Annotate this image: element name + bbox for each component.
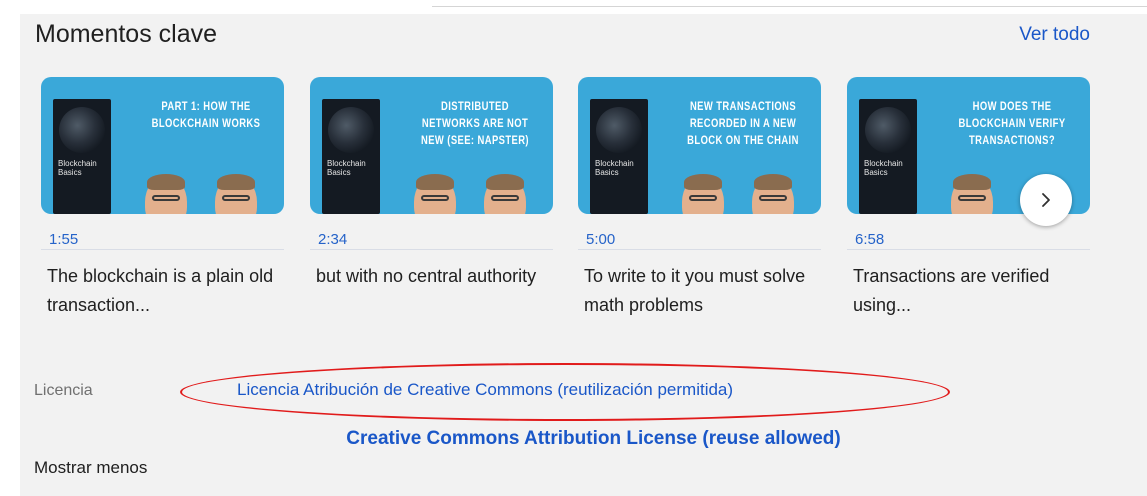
moment-card[interactable]: Blockchain Basics PART 1: HOW THE BLOCKC… bbox=[41, 77, 284, 320]
presenter-face bbox=[215, 174, 257, 214]
moment-caption[interactable]: Transactions are verified using... bbox=[847, 262, 1089, 320]
top-divider bbox=[432, 6, 1147, 7]
timestamp[interactable]: 2:34 bbox=[310, 231, 553, 250]
moment-caption[interactable]: but with no central authority bbox=[310, 262, 552, 291]
thumbnail-title: DISTRIBUTED NETWORKS ARE NOT NEW (SEE: N… bbox=[421, 101, 529, 147]
presenter-face bbox=[682, 174, 724, 214]
presenter-face bbox=[484, 174, 526, 214]
book-title: Blockchain Basics bbox=[864, 159, 903, 177]
presenter-face bbox=[145, 174, 187, 214]
book-title: Blockchain Basics bbox=[327, 159, 366, 177]
book-cover: Blockchain Basics bbox=[322, 99, 380, 214]
moment-thumbnail[interactable]: Blockchain Basics PART 1: HOW THE BLOCKC… bbox=[41, 77, 284, 214]
chevron-right-icon bbox=[1042, 193, 1050, 207]
book-cover: Blockchain Basics bbox=[859, 99, 917, 214]
book-cover: Blockchain Basics bbox=[590, 99, 648, 214]
thumbnail-title: PART 1: HOW THE BLOCKCHAIN WORKS bbox=[151, 101, 261, 130]
presenter-face bbox=[951, 174, 993, 214]
see-all-link[interactable]: Ver todo bbox=[1019, 24, 1090, 46]
moment-thumbnail[interactable]: Blockchain Basics NEW TRANSACTIONS RECOR… bbox=[578, 77, 821, 214]
thumbnail-title: NEW TRANSACTIONS RECORDED IN A NEW BLOCK… bbox=[687, 101, 799, 147]
book-title: Blockchain Basics bbox=[595, 159, 634, 177]
book-title: Blockchain Basics bbox=[58, 159, 97, 177]
section-title: Momentos clave bbox=[35, 20, 218, 48]
moment-caption[interactable]: The blockchain is a plain old transactio… bbox=[41, 262, 283, 320]
license-link[interactable]: Licencia Atribución de Creative Commons … bbox=[237, 380, 733, 400]
presenter-face bbox=[752, 174, 794, 214]
next-button[interactable] bbox=[1020, 174, 1072, 226]
license-label: Licencia bbox=[34, 382, 93, 399]
timestamp[interactable]: 6:58 bbox=[847, 231, 1090, 250]
timestamp[interactable]: 1:55 bbox=[41, 231, 284, 250]
moment-card[interactable]: Blockchain Basics DISTRIBUTED NETWORKS A… bbox=[310, 77, 553, 291]
moment-caption[interactable]: To write to it you must solve math probl… bbox=[578, 262, 820, 320]
moment-thumbnail[interactable]: Blockchain Basics DISTRIBUTED NETWORKS A… bbox=[310, 77, 553, 214]
license-translation: Creative Commons Attribution License (re… bbox=[346, 428, 841, 449]
book-cover: Blockchain Basics bbox=[53, 99, 111, 214]
moment-card[interactable]: Blockchain Basics NEW TRANSACTIONS RECOR… bbox=[578, 77, 821, 320]
presenter-face bbox=[414, 174, 456, 214]
show-less-button[interactable]: Mostrar menos bbox=[34, 458, 147, 478]
thumbnail-title: HOW DOES THE BLOCKCHAIN VERIFY TRANSACTI… bbox=[958, 101, 1066, 147]
timestamp[interactable]: 5:00 bbox=[578, 231, 821, 250]
